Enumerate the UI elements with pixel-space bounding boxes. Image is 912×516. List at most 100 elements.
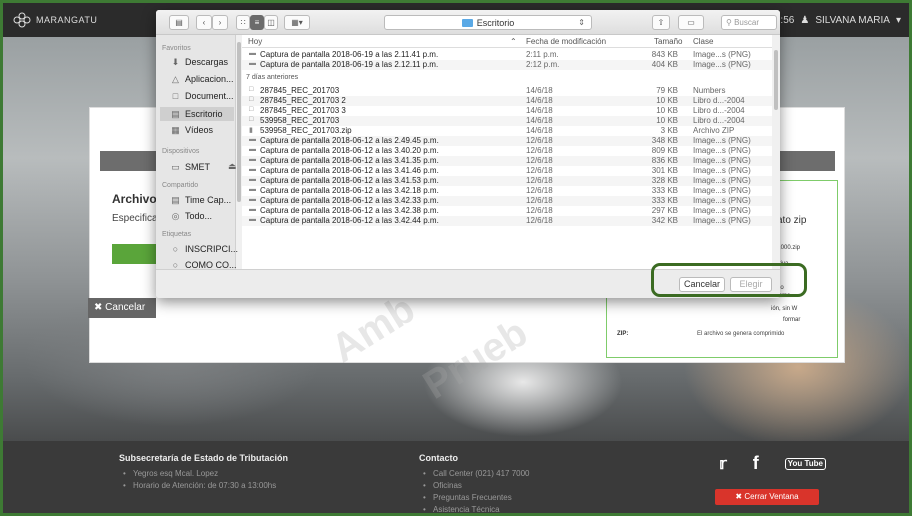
numbers-file-icon: □: [249, 86, 254, 93]
sidebar-item-documentos[interactable]: □ Document...: [170, 91, 234, 101]
share-icon[interactable]: ⇧: [652, 15, 670, 30]
download-icon: ⬇: [171, 57, 180, 67]
footer-link[interactable]: Preguntas Frecuentes: [419, 492, 530, 504]
file-row[interactable]: □ 287845_REC_201703 3 14/6/18 10 KB Libro d.…: [242, 106, 772, 116]
page-cancel-button[interactable]: ✖ Cancelar: [88, 298, 156, 318]
eject-icon[interactable]: ⏏: [228, 161, 237, 172]
search-icon: ⚲: [726, 18, 735, 27]
folder-icon: [461, 18, 473, 27]
file-row[interactable]: ▬ Captura de pantalla 2018-06-12 a las 3.…: [242, 176, 772, 186]
file-row[interactable]: □ 287845_REC_201703 14/6/18 79 KB Numbers: [242, 86, 772, 96]
column-view-icon[interactable]: ◫: [264, 15, 278, 30]
close-icon: ✖: [735, 492, 745, 501]
zip-file-icon: ▮: [249, 127, 253, 134]
footer-link[interactable]: Asistencia Técnica: [419, 504, 530, 513]
search-input[interactable]: ⚲ Buscar: [721, 15, 777, 30]
tag-icon[interactable]: ▭: [678, 15, 704, 30]
image-file-icon: ▬: [249, 166, 256, 173]
footer-item: Yegros esq Mcal. Lopez: [119, 468, 288, 480]
file-list: Hoy ⌃ Fecha de modificación Tamaño Clase…: [242, 35, 772, 269]
spreadsheet-file-icon: □: [249, 106, 254, 113]
list-view-icon[interactable]: ≡: [250, 15, 264, 30]
spreadsheet-file-icon: □: [249, 96, 254, 103]
sidebar-tag-inscripci[interactable]: ○ INSCRIPCI...: [170, 244, 238, 254]
sidebar-item-videos[interactable]: ▦ Vídeos: [170, 125, 213, 135]
file-row[interactable]: □ 539958_REC_201703 14/6/18 10 KB Libro d...…: [242, 116, 772, 126]
sidebar-header: Etiquetas: [162, 231, 192, 238]
file-row[interactable]: ▬ Captura de pantalla 2018-06-12 a las 3.…: [242, 196, 772, 206]
document-icon: □: [172, 91, 179, 101]
icon-view-icon[interactable]: ∷: [236, 15, 250, 30]
twitter-icon[interactable]: 𝕣: [719, 454, 727, 474]
file-row[interactable]: ▬ Captura de pantalla 2018-06-19 a las 2.…: [242, 50, 772, 60]
col-name[interactable]: Hoy: [248, 37, 262, 46]
file-row[interactable]: ▬ Captura de pantalla 2018-06-19 a las 2.…: [242, 60, 772, 70]
user-menu[interactable]: SILVANA MARIA: [815, 15, 890, 26]
image-file-icon: ▬: [249, 216, 256, 223]
contact-title: Contacto: [419, 453, 458, 463]
back-icon[interactable]: ‹: [196, 15, 212, 30]
info-title: ato zip: [777, 215, 807, 226]
globe-icon: ◎: [171, 211, 180, 221]
highlight-outline: [651, 263, 807, 297]
footer-link[interactable]: Oficinas: [419, 480, 530, 492]
file-chooser-dialog: ▤ ‹ › ∷ ≡ ◫ ▦▾ Escritorio ⇕ ⇧ ▭ ⚲ Buscar…: [156, 10, 780, 298]
image-file-icon: ▬: [249, 50, 256, 57]
sidebar-item-descargas[interactable]: ⬇ Descargas: [170, 57, 228, 67]
file-row[interactable]: ▬ Captura de pantalla 2018-06-12 a las 3.…: [242, 206, 772, 216]
sidebar-item-escritorio[interactable]: ▤ Escritorio: [160, 107, 234, 121]
caret-down-icon[interactable]: ▾: [896, 15, 901, 26]
sidebar-item-timecapsule[interactable]: ▤ Time Cap...: [170, 195, 231, 205]
col-size[interactable]: Tamaño: [654, 37, 682, 46]
forward-icon[interactable]: ›: [212, 15, 228, 30]
file-row[interactable]: ▬ Captura de pantalla 2018-06-12 a las 3.…: [242, 186, 772, 196]
footer-item: Horario de Atención: de 07:30 a 13:00hs: [119, 480, 288, 492]
file-row[interactable]: □ 287845_REC_201703 2 14/6/18 10 KB Libro d.…: [242, 96, 772, 106]
gallery-view-icon[interactable]: ▦▾: [284, 15, 310, 30]
desktop-icon: ▤: [171, 109, 180, 119]
group-label: 7 días anteriores: [246, 74, 299, 81]
sidebar-scrollbar[interactable]: [237, 42, 241, 202]
image-file-icon: ▬: [249, 60, 256, 67]
list-scrollbar[interactable]: [774, 50, 778, 110]
facebook-icon[interactable]: f: [753, 453, 759, 474]
app-name: MARANGATU: [36, 15, 98, 25]
disk-icon: ▭: [171, 161, 180, 172]
apps-icon: △: [172, 74, 179, 84]
footer: Subsecretaría de Estado de Tributación Y…: [3, 441, 909, 513]
col-date[interactable]: Fecha de modificación: [526, 37, 606, 46]
image-file-icon: ▬: [249, 206, 256, 213]
green-action-button[interactable]: [112, 244, 156, 264]
file-row[interactable]: ▬ Captura de pantalla 2018-06-12 a las 3.…: [242, 216, 772, 226]
image-file-icon: ▬: [249, 136, 256, 143]
server-icon: ▤: [171, 195, 180, 205]
spreadsheet-file-icon: □: [249, 116, 254, 123]
sidebar-toggle-icon[interactable]: ▤: [169, 15, 189, 30]
file-row[interactable]: ▬ Captura de pantalla 2018-06-12 a las 3.…: [242, 146, 772, 156]
location-select[interactable]: Escritorio ⇕: [384, 15, 592, 30]
file-row[interactable]: ▬ Captura de pantalla 2018-06-12 a las 3.…: [242, 166, 772, 176]
youtube-icon[interactable]: You Tube: [784, 457, 827, 470]
file-row[interactable]: ▮ 539958_REC_201703.zip 14/6/18 3 KB Archivo…: [242, 126, 772, 136]
image-file-icon: ▬: [249, 186, 256, 193]
zip-key: ZIP:: [617, 331, 629, 337]
col-kind[interactable]: Clase: [693, 37, 713, 46]
file-row[interactable]: ▬ Captura de pantalla 2018-06-12 a las 3.…: [242, 156, 772, 166]
close-icon: ✖: [94, 302, 106, 313]
close-window-button[interactable]: ✖ Cerrar Ventana: [715, 489, 819, 505]
image-file-icon: ▬: [249, 176, 256, 183]
sidebar-item-smet[interactable]: ▭ SMET ⏏: [170, 161, 237, 172]
browser-viewport: MARANGATU 2018 13:56 ♟ SILVANA MARIA ▾ A…: [3, 3, 909, 513]
image-file-icon: ▬: [249, 156, 256, 163]
image-file-icon: ▬: [249, 146, 256, 153]
sort-up-icon: ⌃: [510, 37, 517, 46]
especificar-label: Especificar: [112, 213, 161, 224]
dialog-sidebar: Favoritos ⬇ Descargas △ Aplicacion... □ Doc…: [156, 35, 238, 270]
footer-link[interactable]: Call Center (021) 417 7000: [419, 468, 530, 480]
sidebar-item-aplicaciones[interactable]: △ Aplicacion...: [170, 74, 234, 84]
sidebar-header: Favoritos: [162, 45, 191, 52]
file-row[interactable]: ▬ Captura de pantalla 2018-06-12 a las 2.…: [242, 136, 772, 146]
user-icon: ♟: [800, 15, 810, 26]
sidebar-item-todo[interactable]: ◎ Todo...: [170, 211, 212, 221]
app-logo[interactable]: MARANGATU: [13, 12, 97, 28]
